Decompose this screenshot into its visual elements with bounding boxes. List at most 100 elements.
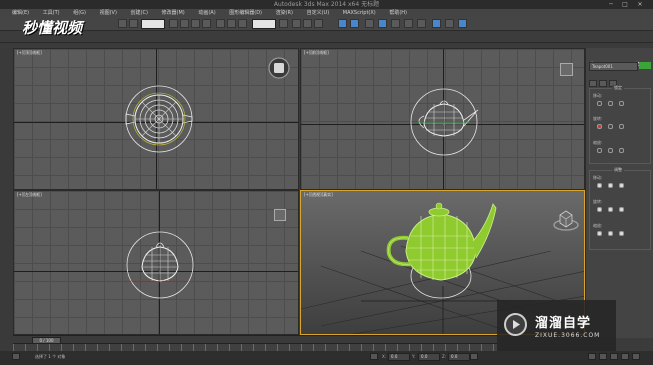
inherit-group-title: 调整 xyxy=(612,167,624,173)
inherit-group: 调整 移动: 旋转: 缩放: xyxy=(589,167,651,250)
close-button[interactable]: ✕ xyxy=(635,1,645,8)
viewport-top-label[interactable]: [+][顶][线框] xyxy=(17,50,42,56)
angle-snap-icon[interactable] xyxy=(303,19,312,28)
z-coord-field[interactable]: 0.0 xyxy=(448,353,470,361)
reference-coordinate-dropdown[interactable] xyxy=(252,19,276,29)
watermark: 溜溜自学 ZIXUE.3066.COM xyxy=(497,300,616,351)
maxscript-listener-icon[interactable] xyxy=(12,353,20,360)
render-setup-icon[interactable] xyxy=(432,19,441,28)
menu-bar: 编辑(E) 工具(T) 组(G) 视图(V) 创建(C) 修改器(M) 动画(A… xyxy=(0,9,653,17)
window-crossing-icon[interactable] xyxy=(202,19,211,28)
lock-rotate-label: 旋转: xyxy=(593,116,603,121)
z-coord-label: Z: xyxy=(442,354,447,359)
menu-item-group[interactable]: 组(G) xyxy=(73,10,86,16)
status-bar: 选择了 1 个 对象 X: 0.0 Y: 0.0 Z: 0.0 xyxy=(0,351,653,365)
lock-move-row[interactable] xyxy=(597,100,630,106)
scale-icon[interactable] xyxy=(238,19,247,28)
ik-button[interactable] xyxy=(599,80,607,87)
command-panel-tabs: ✚◐▲◉▭⚒ xyxy=(588,51,652,68)
x-coord-field[interactable]: 0.0 xyxy=(388,353,410,361)
status-prompt: 选择了 1 个 对象 xyxy=(35,354,66,359)
material-editor-icon[interactable] xyxy=(417,19,426,28)
menu-item-maxscript[interactable]: MAXScript(X) xyxy=(343,10,376,16)
menu-item-modifiers[interactable]: 修改器(M) xyxy=(162,10,185,16)
command-panel: ✚◐▲◉▭⚒ Teapot001 锁定 移动: 旋转: 缩放: 调整 移动: 旋… xyxy=(585,48,653,338)
pan-icon[interactable] xyxy=(610,353,618,360)
move-icon[interactable] xyxy=(216,19,225,28)
layer-manager-icon[interactable] xyxy=(365,19,374,28)
undo-icon[interactable] xyxy=(118,19,127,28)
x-coord-label: X: xyxy=(382,354,387,359)
title-bar: Autodesk 3ds Max 2014 x64 无标题 ─ □ ✕ xyxy=(0,0,653,9)
align-icon[interactable] xyxy=(350,19,359,28)
rendered-frame-window-icon[interactable] xyxy=(445,19,454,28)
menu-item-rendering[interactable]: 渲染(R) xyxy=(276,10,293,16)
mirror-icon[interactable] xyxy=(338,19,347,28)
minimize-button[interactable]: ─ xyxy=(606,1,616,8)
pivot-center-icon[interactable] xyxy=(279,19,288,28)
viewcube-front[interactable] xyxy=(560,63,573,76)
viewport-left[interactable]: [+][左][线框] xyxy=(13,190,299,335)
lock-rotate-row[interactable] xyxy=(597,123,630,129)
inherit-scale-row[interactable] xyxy=(597,230,630,236)
window-title: Autodesk 3ds Max 2014 x64 无标题 xyxy=(273,1,380,8)
inherit-move-label: 移动: xyxy=(593,175,603,180)
teapot-left-view[interactable] xyxy=(120,225,200,305)
panel-button-row xyxy=(589,72,651,87)
select-by-name-icon[interactable] xyxy=(180,19,189,28)
schematic-view-icon[interactable] xyxy=(404,19,413,28)
viewcube-left[interactable] xyxy=(274,209,286,221)
menu-item-tools[interactable]: 工具(T) xyxy=(43,10,60,16)
lock-scale-row[interactable] xyxy=(597,147,630,153)
redo-icon[interactable] xyxy=(129,19,138,28)
viewport-front-label[interactable]: [+][前][线框] xyxy=(304,50,329,56)
viewport-left-label[interactable]: [+][左][线框] xyxy=(17,192,42,198)
maximize-viewport-icon[interactable] xyxy=(632,353,640,360)
inherit-rotate-row[interactable] xyxy=(597,206,630,212)
selection-filter-dropdown[interactable] xyxy=(141,19,165,29)
teapot-perspective[interactable] xyxy=(381,196,501,306)
teapot-front-view[interactable] xyxy=(404,82,484,157)
rectangle-selection-icon[interactable] xyxy=(191,19,200,28)
rotate-icon[interactable] xyxy=(227,19,236,28)
ribbon-bar xyxy=(0,31,653,43)
percent-snap-icon[interactable] xyxy=(314,19,323,28)
menu-item-customize[interactable]: 自定义(U) xyxy=(307,10,330,16)
y-coord-label: Y: xyxy=(412,354,416,359)
inherit-scale-label: 缩放: xyxy=(593,223,603,228)
locks-group: 锁定 移动: 旋转: 缩放: xyxy=(589,85,651,164)
main-toolbar xyxy=(0,17,653,31)
pivot-button[interactable] xyxy=(589,80,597,87)
viewport-front[interactable]: [+][前][线框] xyxy=(300,48,585,190)
menu-item-animation[interactable]: 动画(A) xyxy=(198,10,215,16)
menu-item-create[interactable]: 创建(C) xyxy=(131,10,148,16)
object-color-swatch[interactable] xyxy=(639,62,651,69)
lock-move-label: 移动: xyxy=(593,93,603,98)
object-name-field[interactable]: Teapot001 xyxy=(589,62,638,71)
lock-scale-label: 缩放: xyxy=(593,140,603,145)
render-production-icon[interactable] xyxy=(458,19,467,28)
menu-item-help[interactable]: 帮助(H) xyxy=(389,10,407,16)
lock-selection-icon[interactable] xyxy=(370,353,378,360)
graphite-tools-icon[interactable] xyxy=(378,19,387,28)
zoom-icon[interactable] xyxy=(588,353,596,360)
viewport-top[interactable]: [+][顶][线框] xyxy=(13,48,299,190)
left-strip xyxy=(0,48,14,351)
menu-item-edit[interactable]: 编辑(E) xyxy=(12,10,29,16)
maximize-button[interactable]: □ xyxy=(620,1,630,8)
curve-editor-icon[interactable] xyxy=(391,19,400,28)
grid-setting-icon[interactable] xyxy=(470,353,478,360)
inherit-move-row[interactable] xyxy=(597,182,630,188)
zoom-all-icon[interactable] xyxy=(599,353,607,360)
video-logo: 秒懂视频 xyxy=(22,19,83,37)
orbit-icon[interactable] xyxy=(621,353,629,360)
y-coord-field[interactable]: 0.0 xyxy=(418,353,440,361)
steering-wheel-icon[interactable] xyxy=(268,57,290,79)
select-object-icon[interactable] xyxy=(169,19,178,28)
menu-item-views[interactable]: 视图(V) xyxy=(100,10,117,16)
menu-item-graph-editors[interactable]: 图形编辑器(D) xyxy=(229,10,262,16)
inherit-rotate-label: 旋转: xyxy=(593,199,603,204)
snap-toggle-icon[interactable] xyxy=(292,19,301,28)
viewcube-perspective[interactable] xyxy=(551,205,581,235)
teapot-top-view[interactable] xyxy=(114,79,204,159)
